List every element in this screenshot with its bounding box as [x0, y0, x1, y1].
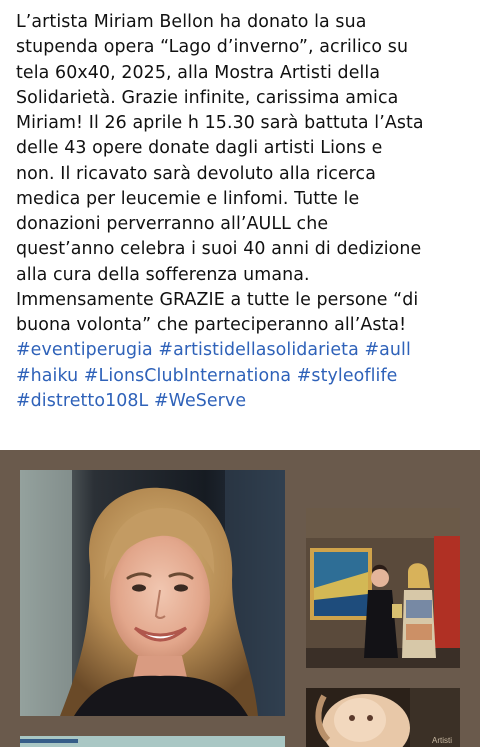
photo-gallery: Artisti [0, 450, 480, 747]
post-line: L’artista Miriam Bellon ha donato la sua [16, 12, 367, 32]
post-line: Solidarietà. Grazie infinite, carissima … [16, 87, 399, 108]
post-line: buona volonta” che parteciperanno all’As… [16, 315, 407, 335]
post-line: stupenda opera “Lago d’inverno”, acrilic… [16, 37, 409, 58]
portrait-photo-icon [20, 470, 285, 716]
post-line: Immensamente GRAZIE a tutte le persone “… [16, 289, 419, 310]
thumb-caption: Artisti [432, 736, 452, 745]
post-line: donazioni perverranno all’AULL che [16, 214, 329, 234]
hashtag-aull[interactable]: #aull [364, 340, 410, 360]
post-line: Miriam! Il 26 aprile h 15.30 sarà battut… [16, 113, 424, 133]
post-line: medica per leucemie e linfomi. Tutte le [16, 188, 360, 209]
hashtag-line: #eventiperugia #artistidellasolidarieta … [16, 338, 478, 363]
hashtag-weserve[interactable]: #WeServe [154, 391, 246, 411]
hashtag-line: #haiku #LionsClubInternationa #styleofli… [16, 364, 478, 389]
exhibition-photo-icon [306, 508, 460, 668]
post-text: L’artista Miriam Bellon ha donato la sua… [16, 10, 478, 414]
photo-strip [20, 736, 285, 747]
hashtag-line: #distretto108L #WeServe [16, 389, 478, 414]
painting-photo[interactable]: Artisti [306, 688, 460, 747]
photo-strip-bar [20, 739, 78, 743]
hashtag-haiku[interactable]: #haiku [16, 366, 78, 386]
hashtag-lionsclubinternationa[interactable]: #LionsClubInternationa [84, 366, 291, 386]
main-photo[interactable] [20, 470, 285, 716]
hashtag-styleoflife[interactable]: #styleoflife [297, 366, 398, 386]
post-line: tela 60x40, 2025, alla Mostra Artisti de… [16, 62, 381, 83]
hashtag-distretto108l[interactable]: #distretto108L [16, 391, 148, 411]
post-line: quest’anno celebra i suoi 40 anni di ded… [16, 239, 422, 260]
hashtag-artistidellasolidarieta[interactable]: #artistidellasolidarieta [158, 340, 358, 360]
post-line: non. Il ricavato sarà devoluto alla rice… [16, 163, 376, 184]
exhibition-photo[interactable] [306, 508, 460, 668]
hashtag-eventiperugia[interactable]: #eventiperugia [16, 340, 153, 360]
post-line: alla cura della sofferenza umana. [16, 264, 310, 285]
post-line: delle 43 opere donate dagli artisti Lion… [16, 138, 383, 159]
